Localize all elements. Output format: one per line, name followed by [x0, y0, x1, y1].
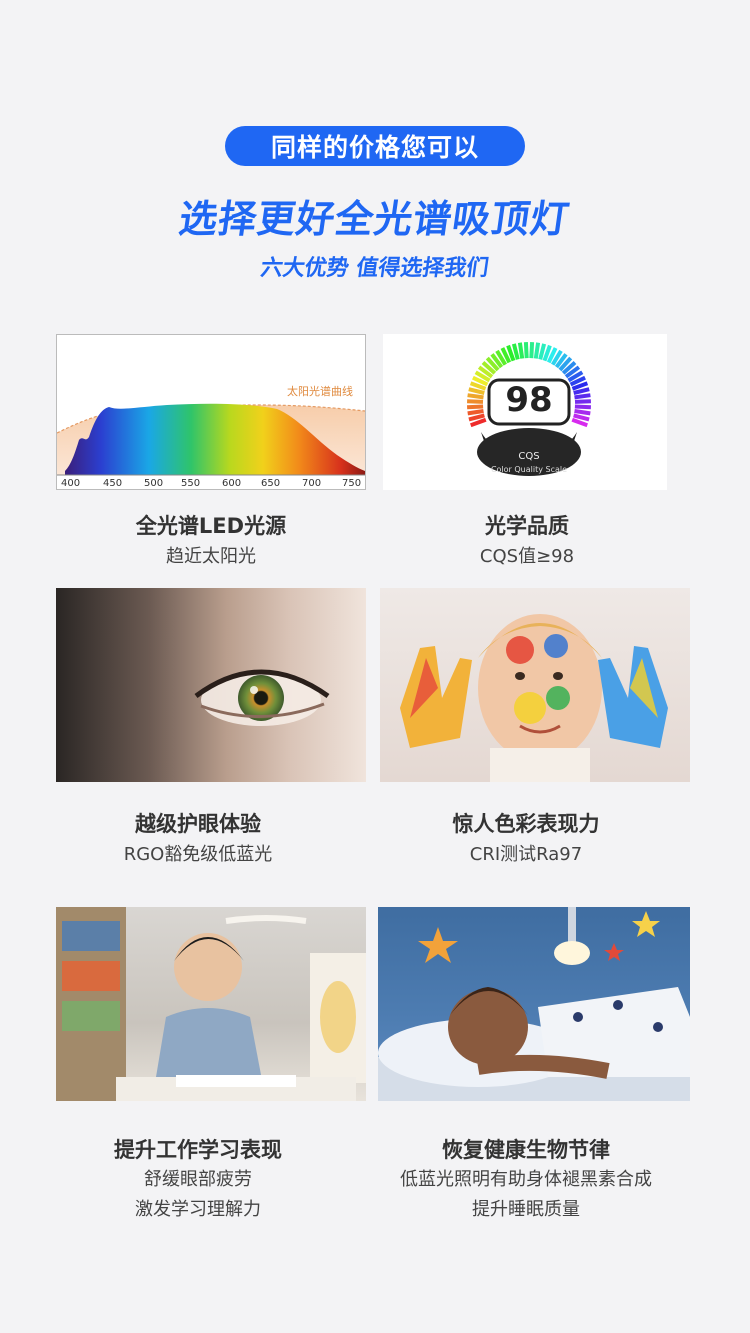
- headline-pill: 同样的价格您可以: [225, 126, 525, 166]
- feature-title: 光学品质: [485, 514, 569, 538]
- ring-tick: [470, 417, 487, 428]
- main-headline: 选择更好全光谱吸顶灯: [176, 197, 573, 241]
- axis-tick: 650: [261, 478, 281, 489]
- painted-child-photo: [380, 588, 690, 782]
- ring-tick: [573, 413, 590, 422]
- feature-title: 提升工作学习表现: [114, 1138, 282, 1162]
- ring-tick: [574, 404, 591, 410]
- cqs-label: CQS: [518, 451, 540, 462]
- feature-subtitle: CQS值≥98: [479, 546, 575, 567]
- studying-boy-illustration: [56, 907, 366, 1101]
- spectrum-axis: 400 450 500 550 600 650 700 750: [57, 478, 365, 489]
- feature-subtitle: 舒缓眼部疲劳: [144, 1169, 252, 1190]
- feature-title: 越级护眼体验: [135, 812, 261, 836]
- axis-tick: 750: [342, 478, 362, 489]
- ring-tick: [467, 404, 484, 410]
- ring-tick: [467, 393, 484, 400]
- ring-tick: [468, 413, 485, 422]
- sub-headline: 六大优势 值得选择我们: [259, 256, 491, 281]
- axis-tick: 500: [144, 478, 164, 489]
- eye-closeup-photo: [56, 588, 366, 782]
- feature-subtitle: RGO豁免级低蓝光: [123, 844, 273, 865]
- ring-tick: [523, 342, 529, 359]
- studying-boy-photo: [56, 907, 366, 1101]
- axis-tick: 550: [181, 478, 201, 489]
- feature-title: 惊人色彩表现力: [452, 812, 600, 836]
- axis-tick: 600: [222, 478, 242, 489]
- feature-subtitle: 低蓝光照明有助身体褪黑素合成: [400, 1169, 652, 1190]
- axis-tick: 400: [61, 478, 81, 489]
- cqs-score: 98: [505, 380, 553, 420]
- spectrum-curve-label: 太阳光谱曲线: [287, 385, 353, 398]
- spectrum-graph: 太阳光谱曲线 400 450 500 550 600 650 700 750: [56, 334, 366, 490]
- feature-subtitle: CRI测试Ra97: [469, 844, 583, 865]
- ring-tick: [529, 342, 535, 359]
- eye-illustration: [194, 669, 330, 726]
- cqs-badge-panel: 98 CQS Color Quality Scale: [383, 334, 667, 490]
- sleeping-boy-photo: [378, 907, 690, 1101]
- ring-tick: [571, 417, 588, 428]
- ring-tick: [533, 342, 541, 359]
- ring-tick: [467, 399, 484, 404]
- ring-tick: [468, 387, 485, 395]
- feature-subtitle: 提升睡眠质量: [472, 1199, 580, 1220]
- spectrum-svg: [57, 403, 365, 476]
- axis-tick: 450: [103, 478, 123, 489]
- sleeping-boy-illustration: [378, 907, 690, 1101]
- ring-tick: [467, 409, 484, 416]
- painted-child-illustration: [400, 614, 668, 782]
- ring-tick: [511, 343, 520, 360]
- feature-subtitle: 激发学习理解力: [135, 1199, 261, 1220]
- ring-tick: [517, 342, 525, 359]
- ring-tick: [574, 399, 591, 404]
- feature-title: 恢复健康生物节律: [442, 1138, 610, 1162]
- ring-tick: [574, 393, 591, 400]
- cqs-ring-text: Color Quality Scale: [490, 465, 568, 474]
- axis-tick: 700: [302, 478, 322, 489]
- ring-tick: [573, 387, 590, 395]
- feature-subtitle: 趋近太阳光: [166, 546, 256, 567]
- ring-tick: [538, 343, 547, 360]
- ring-tick: [574, 409, 591, 416]
- feature-title: 全光谱LED光源: [135, 514, 287, 538]
